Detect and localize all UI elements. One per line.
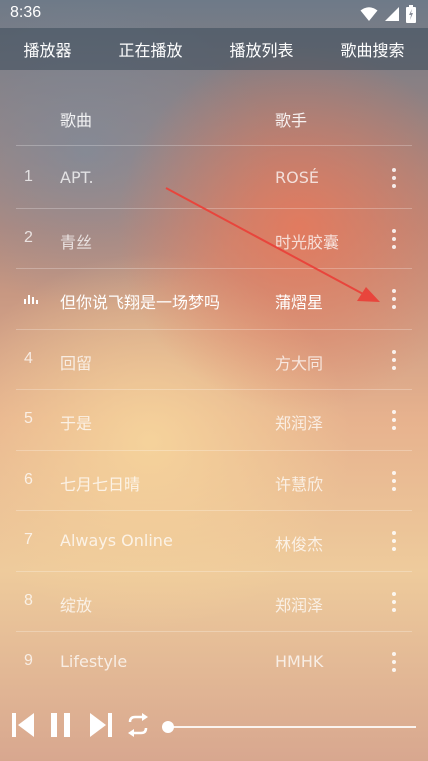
song-number: 4 bbox=[24, 349, 33, 367]
song-number: 5 bbox=[24, 410, 33, 427]
more-vert-icon[interactable] bbox=[384, 287, 404, 311]
song-number: 9 bbox=[24, 652, 33, 669]
song-row[interactable]: 5 于是 郑润泽 bbox=[0, 390, 428, 451]
tab-player[interactable]: 播放器 bbox=[23, 37, 71, 61]
more-vert-icon[interactable] bbox=[384, 348, 404, 372]
equalizer-icon bbox=[24, 294, 38, 304]
tab-playlist[interactable]: 播放列表 bbox=[229, 37, 293, 61]
song-artist: HMHK bbox=[275, 652, 324, 671]
song-title: 七月七日晴 bbox=[60, 474, 141, 494]
song-row[interactable]: 4 回留 方大同 bbox=[0, 330, 428, 390]
song-row[interactable]: 7 Always Online 林俊杰 bbox=[0, 511, 428, 572]
song-title: 绽放 bbox=[60, 595, 93, 615]
song-title: 于是 bbox=[60, 414, 93, 433]
song-title: APT. bbox=[60, 168, 94, 187]
song-title: 回留 bbox=[60, 353, 93, 373]
battery-icon bbox=[406, 5, 416, 23]
more-vert-icon[interactable] bbox=[384, 227, 404, 251]
pause-icon[interactable] bbox=[49, 712, 73, 738]
song-artist: 许慧欣 bbox=[275, 474, 324, 494]
wifi-icon bbox=[360, 7, 378, 21]
song-row[interactable]: 2 青丝 时光胶囊 bbox=[0, 209, 428, 269]
song-artist: ROSÉ bbox=[275, 168, 319, 187]
status-bar: 8:36 bbox=[0, 0, 428, 28]
more-vert-icon[interactable] bbox=[384, 408, 404, 432]
more-vert-icon[interactable] bbox=[384, 529, 404, 553]
tab-now-playing[interactable]: 正在播放 bbox=[118, 37, 182, 61]
song-artist: 郑润泽 bbox=[275, 414, 324, 433]
status-time: 8:36 bbox=[10, 4, 42, 21]
song-artist: 时光胶囊 bbox=[275, 232, 340, 252]
song-row[interactable]: 6 七月七日晴 许慧欣 bbox=[0, 451, 428, 511]
song-artist: 蒲熠星 bbox=[275, 293, 324, 312]
song-artist: 林俊杰 bbox=[275, 535, 324, 554]
song-title: 但你说飞翔是一场梦吗 bbox=[60, 293, 221, 312]
progress-track[interactable] bbox=[168, 726, 416, 728]
next-icon[interactable] bbox=[88, 712, 114, 738]
signal-icon bbox=[385, 7, 399, 21]
song-number: 7 bbox=[24, 531, 33, 548]
progress-thumb[interactable] bbox=[162, 721, 174, 733]
more-vert-icon[interactable] bbox=[384, 590, 404, 614]
song-title: Always Online bbox=[60, 531, 173, 550]
song-title: Lifestyle bbox=[60, 652, 128, 671]
more-vert-icon[interactable] bbox=[384, 650, 404, 674]
previous-icon[interactable] bbox=[10, 712, 36, 738]
more-vert-icon[interactable] bbox=[384, 166, 404, 190]
tab-bar: 播放器 正在播放 播放列表 歌曲搜索 bbox=[0, 28, 428, 70]
column-header-artist: 歌手 bbox=[275, 111, 308, 130]
column-header-song: 歌曲 bbox=[60, 111, 93, 130]
song-row[interactable]: 8 绽放 郑润泽 bbox=[0, 572, 428, 632]
status-icons bbox=[360, 5, 416, 23]
list-header: 歌曲 歌手 bbox=[0, 90, 428, 146]
song-title: 青丝 bbox=[60, 232, 93, 252]
song-list: 1 APT. ROSÉ 2 青丝 时光胶囊 但你说飞翔是一场梦吗 蒲熠星 4 回… bbox=[0, 148, 428, 693]
song-number: 6 bbox=[24, 470, 33, 488]
song-artist: 方大同 bbox=[275, 353, 324, 373]
song-number: 1 bbox=[24, 168, 33, 185]
song-row[interactable]: 9 Lifestyle HMHK bbox=[0, 632, 428, 693]
tab-song-search[interactable]: 歌曲搜索 bbox=[340, 37, 404, 61]
song-artist: 郑润泽 bbox=[275, 595, 324, 615]
song-row[interactable]: 1 APT. ROSÉ bbox=[0, 148, 428, 209]
player-bar bbox=[0, 690, 428, 761]
song-number: 8 bbox=[24, 591, 33, 609]
divider bbox=[16, 145, 412, 146]
repeat-icon[interactable] bbox=[124, 712, 152, 738]
more-vert-icon[interactable] bbox=[384, 469, 404, 493]
song-row-playing[interactable]: 但你说飞翔是一场梦吗 蒲熠星 bbox=[0, 269, 428, 330]
song-number: 2 bbox=[24, 228, 33, 246]
